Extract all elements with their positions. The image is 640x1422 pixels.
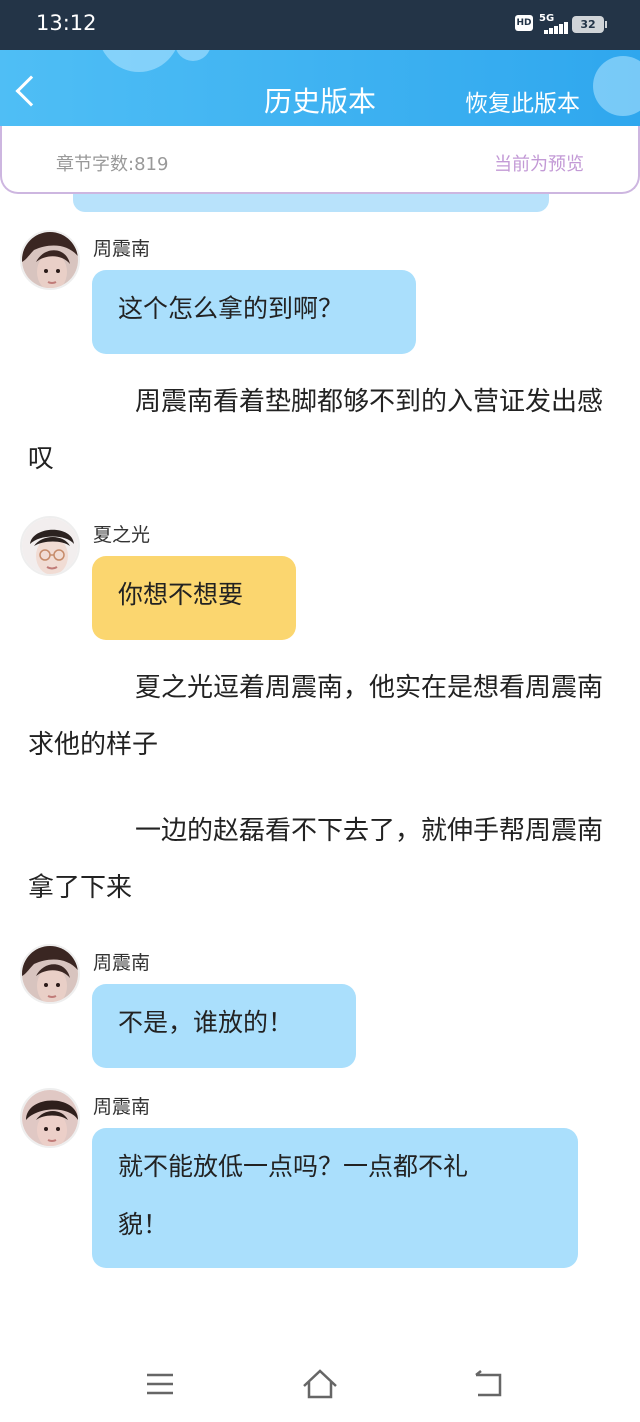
status-time: 13:12 bbox=[36, 11, 97, 35]
signal-icon bbox=[544, 22, 568, 34]
system-nav-bar bbox=[0, 1340, 640, 1422]
restore-version-label[interactable]: 恢复此版本 bbox=[465, 84, 580, 118]
preview-status: 当前为预览 bbox=[494, 154, 584, 175]
chat-text: 不是，谁放的！ bbox=[118, 1008, 294, 1037]
narration-paragraph: 周震南看着垫脚都够不到的入营证发出感叹 bbox=[28, 387, 604, 474]
speaker-name: 周震南 bbox=[93, 1096, 151, 1118]
hd-icon: HD bbox=[515, 15, 533, 31]
menu-icon[interactable] bbox=[140, 1364, 180, 1404]
battery-icon: 32 bbox=[572, 16, 607, 33]
chat-text: 貌！ bbox=[118, 1210, 169, 1239]
chat-text: 你想不想要 bbox=[118, 580, 244, 609]
app-header: 历史版本 恢复此版本 bbox=[0, 50, 640, 134]
speaker-name: 周震南 bbox=[93, 952, 151, 974]
chat-text: 就不能放低一点吗？一点都不礼 bbox=[118, 1152, 469, 1181]
decor-bubble bbox=[175, 50, 211, 61]
chat-bubble: 就不能放低一点吗？一点都不礼 貌！ bbox=[92, 1128, 578, 1268]
home-icon[interactable] bbox=[300, 1364, 340, 1404]
chat-bubble: 你想不想要 bbox=[92, 556, 296, 640]
avatar[interactable] bbox=[20, 1088, 80, 1148]
speaker-name: 夏之光 bbox=[93, 524, 151, 546]
previous-message-bubble bbox=[73, 194, 549, 212]
chat-text: 这个怎么拿的到啊？ bbox=[118, 294, 344, 323]
narration-paragraph: 一边的赵磊看不下去了，就伸手帮周震南拿了下来 bbox=[28, 816, 604, 903]
avatar[interactable] bbox=[20, 516, 80, 576]
chapter-info-card: 章节字数:819 当前为预览 bbox=[0, 126, 640, 194]
back-icon[interactable] bbox=[468, 1364, 508, 1404]
decor-bubble bbox=[98, 50, 180, 72]
chat-bubble: 这个怎么拿的到啊？ bbox=[92, 270, 416, 354]
narration-paragraph: 夏之光逗着周震南，他实在是想看周震南求他的样子 bbox=[28, 673, 604, 760]
word-count: 章节字数:819 bbox=[56, 154, 169, 175]
chat-bubble: 不是，谁放的！ bbox=[92, 984, 356, 1068]
speaker-name: 周震南 bbox=[93, 238, 151, 260]
avatar[interactable] bbox=[20, 230, 80, 290]
status-bar: 13:12 HD 5G 32 bbox=[0, 0, 640, 50]
avatar[interactable] bbox=[20, 944, 80, 1004]
